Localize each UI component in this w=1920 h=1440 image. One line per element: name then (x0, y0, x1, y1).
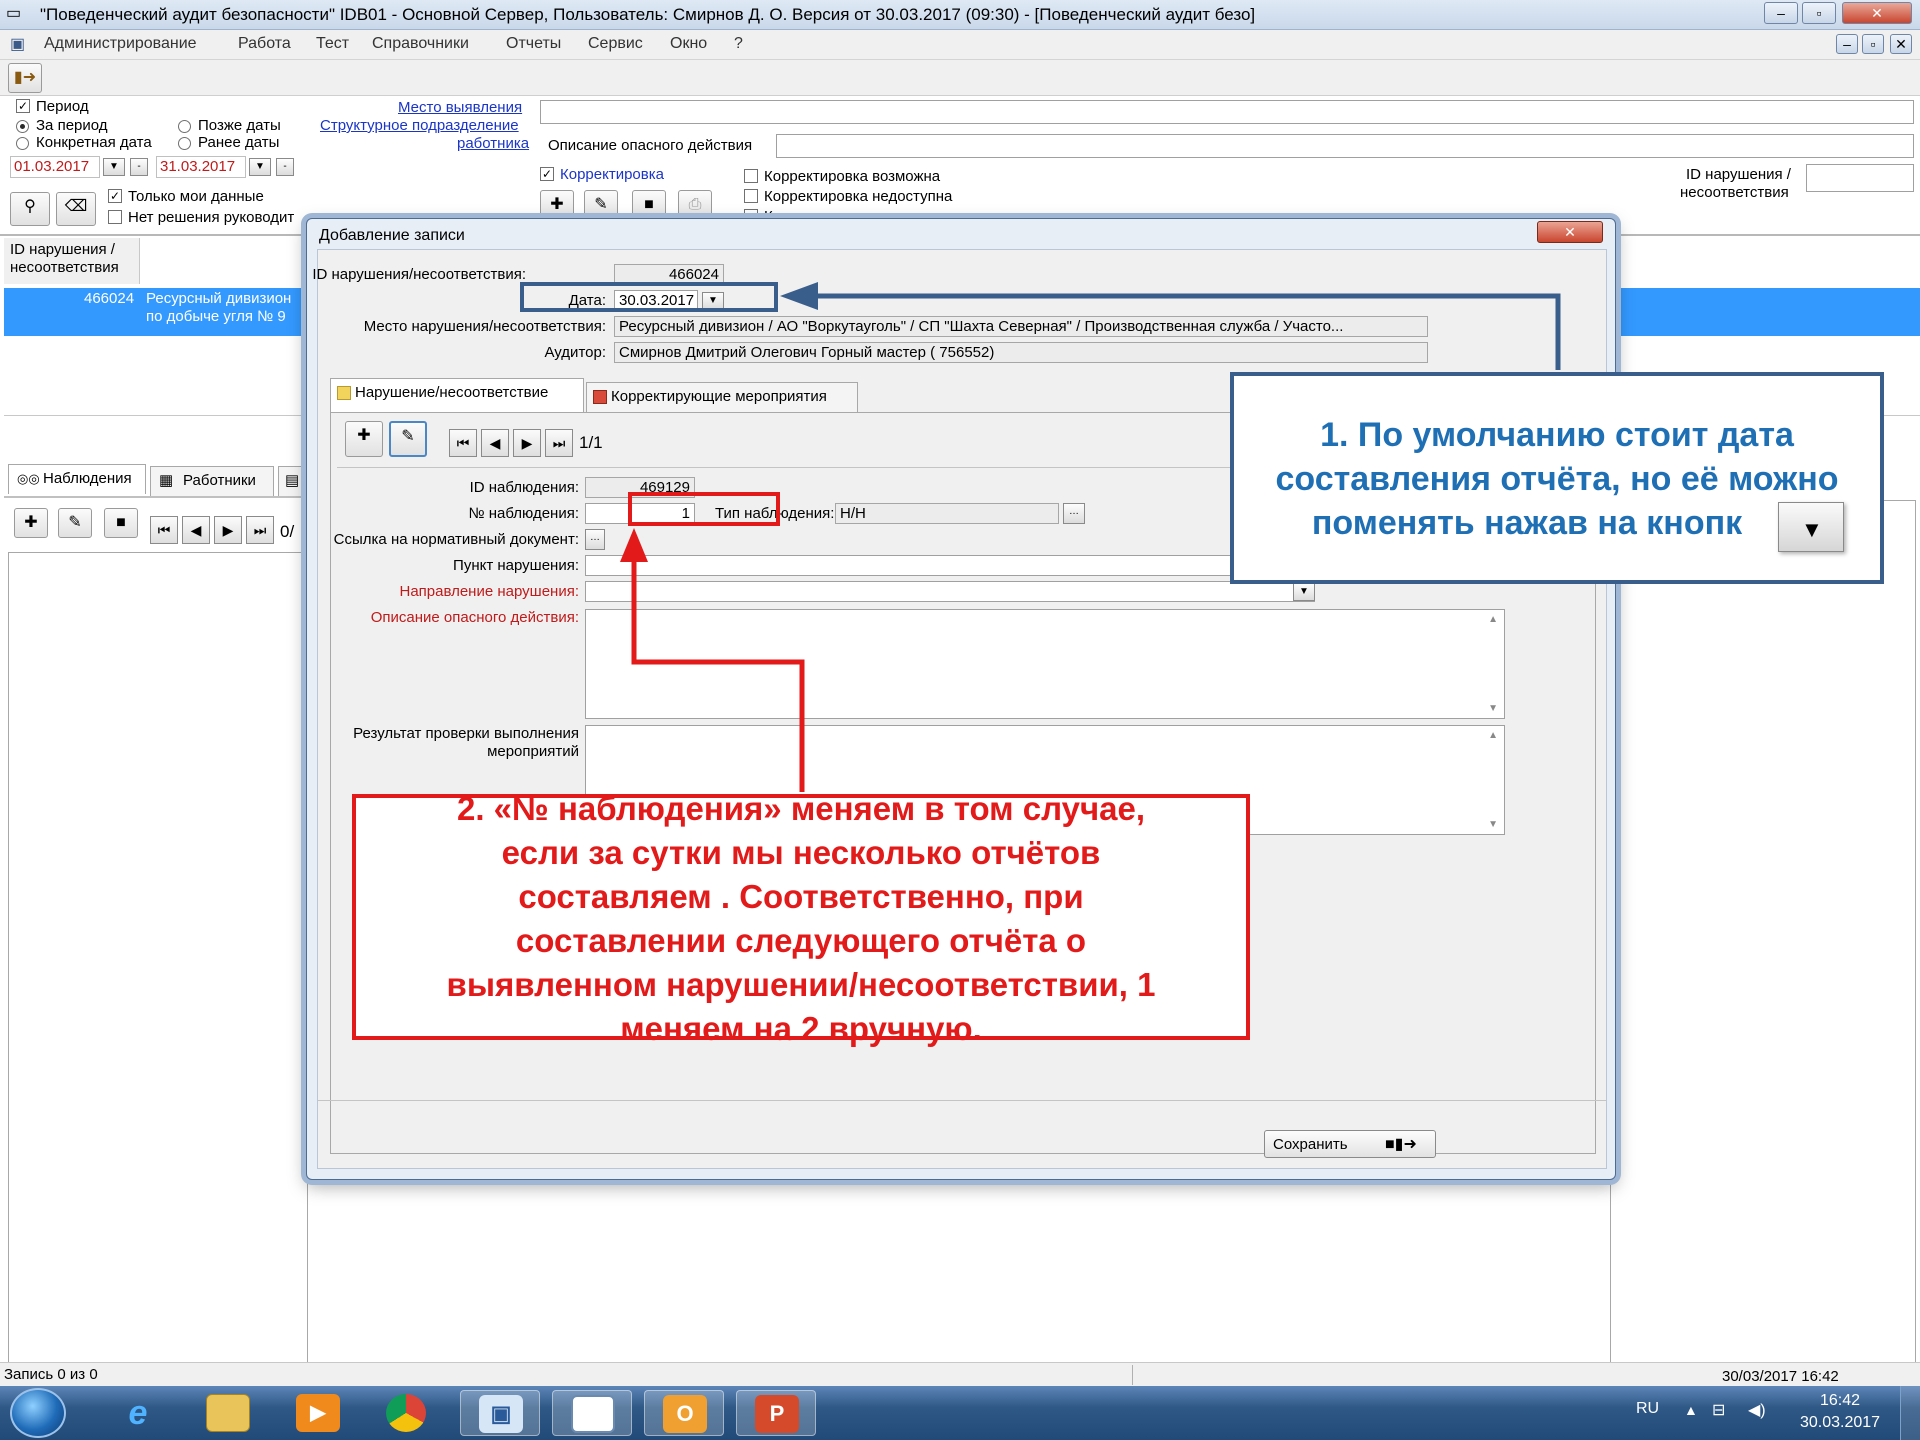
network-icon[interactable]: ⊟ (1712, 1400, 1725, 1420)
annotation-arrows (620, 282, 1561, 792)
volume-icon[interactable]: ◀) (1748, 1400, 1766, 1420)
powerpoint-icon[interactable]: P (736, 1390, 816, 1436)
clock-time[interactable]: 16:42 (1820, 1392, 1860, 1410)
red-arrow-head (620, 528, 648, 562)
language-indicator[interactable]: RU (1636, 1400, 1659, 1418)
callout2-line4: составлении следующего отчёта о (515, 922, 1087, 959)
blank-window-icon[interactable] (552, 1390, 632, 1436)
callout2-line2: если за сутки мы несколько отчётов (501, 834, 1101, 871)
dropdown-arrow-icon: ▼ (1801, 517, 1823, 542)
blue-arrow-line (792, 293, 1561, 370)
red-arrow-line (631, 540, 805, 792)
chrome-icon[interactable] (368, 1390, 448, 1436)
dropdown-button-illustration-icon: ▼ (1778, 502, 1844, 552)
callout2-line3: составляем . Соответственно, при (518, 878, 1084, 915)
callout2-line5: выявленном нарушении/несоответствии, 1 (446, 966, 1156, 1003)
show-desktop-button[interactable] (1900, 1386, 1920, 1440)
clock-date[interactable]: 30.03.2017 (1800, 1414, 1880, 1432)
file-explorer-icon[interactable] (188, 1390, 268, 1436)
callout2-line1: 2. «№ наблюдения» меняем в том случае, (456, 790, 1146, 827)
callout2-line6: меняем на 2 вручную. (620, 1010, 982, 1047)
callout-date-hint: 1. По умолчанию стоит дата составления о… (1230, 372, 1884, 584)
callout1-line2: составления отчёта, но её можно (1275, 460, 1839, 498)
media-player-icon[interactable]: ▶ (278, 1390, 358, 1436)
internet-explorer-icon[interactable]: e (98, 1390, 178, 1436)
callout1-line1: 1. По умолчанию стоит дата (1320, 416, 1794, 454)
callout-obs-num-hint: 2. «№ наблюдения» меняем в том случае, е… (352, 790, 1250, 1047)
blue-arrow-head (780, 282, 818, 310)
start-orb-icon[interactable] (10, 1388, 66, 1438)
taskbar: e ▶ ▣ O P RU ▲ ⊟ ◀) 16:42 30.03.2017 (0, 1386, 1920, 1440)
app-window-icon[interactable]: ▣ (460, 1390, 540, 1436)
tray-expand-icon[interactable]: ▲ (1684, 1402, 1698, 1418)
outlook-icon[interactable]: O (644, 1390, 724, 1436)
callout1-line3: поменять нажав на кнопк (1311, 504, 1743, 542)
